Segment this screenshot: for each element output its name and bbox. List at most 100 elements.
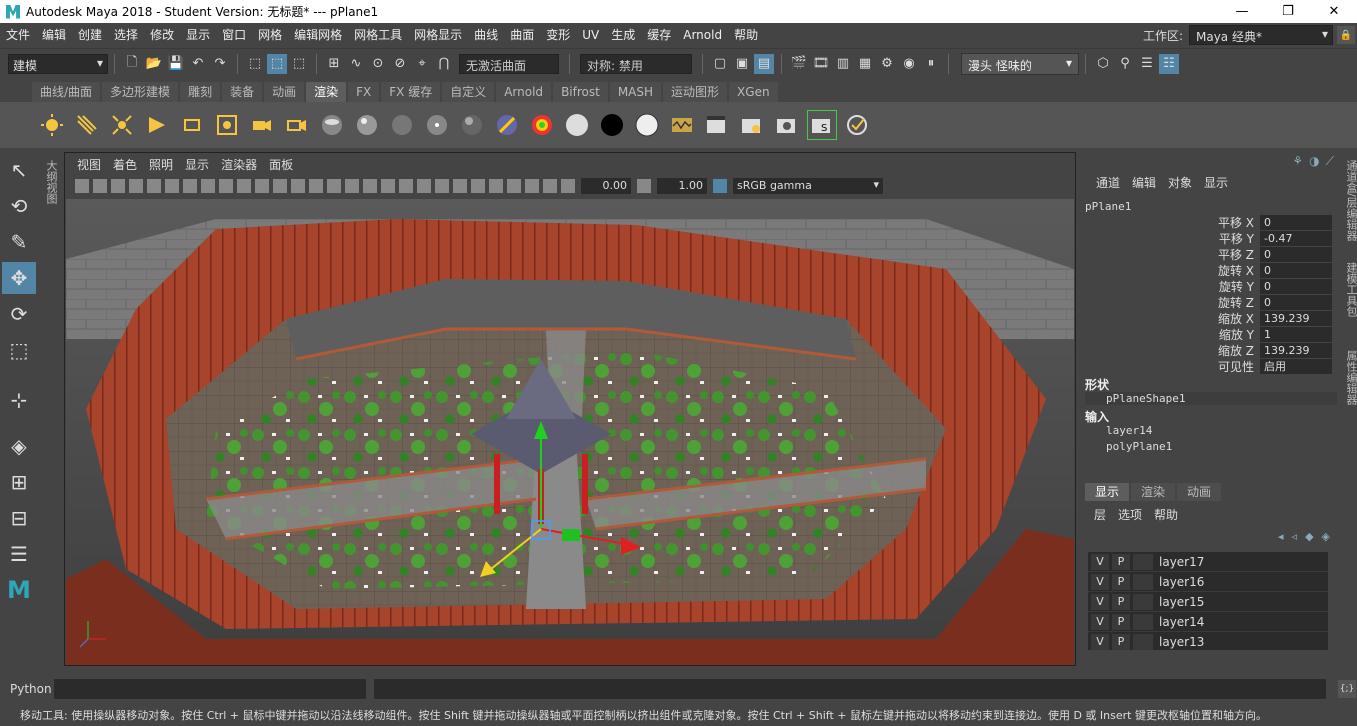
attr-rotate-z[interactable]: 旋转 Z 0 bbox=[1080, 294, 1338, 310]
isolate-select-icon[interactable] bbox=[507, 179, 521, 193]
strip-attribute-editor-tab[interactable]: 属性编辑器 bbox=[1343, 350, 1357, 405]
attr-rotate-y[interactable]: 旋转 Y 0 bbox=[1080, 278, 1338, 294]
anisotropic-shader-icon[interactable] bbox=[492, 110, 522, 140]
default-material-icon[interactable] bbox=[345, 179, 359, 193]
attr-value[interactable]: 0 bbox=[1260, 246, 1332, 262]
command-input[interactable] bbox=[54, 679, 366, 699]
last-tool-icon[interactable]: ⊹ bbox=[2, 384, 36, 416]
attribute-editor-toggle-icon[interactable]: ◑ bbox=[1309, 154, 1319, 169]
attr-translate-z[interactable]: 平移 Z 0 bbox=[1080, 246, 1338, 262]
attr-value[interactable]: 0 bbox=[1260, 294, 1332, 310]
render-frame-icon[interactable]: 🎞 bbox=[811, 54, 831, 74]
wireframe-icon[interactable] bbox=[309, 179, 323, 193]
script-editor-icon[interactable]: {;} bbox=[1338, 680, 1356, 698]
menu-deform[interactable]: 变形 bbox=[540, 23, 576, 47]
vp-menu-shading[interactable]: 着色 bbox=[107, 156, 143, 173]
hypershade-icon[interactable]: ▦ bbox=[855, 54, 875, 74]
menu-windows[interactable]: 窗口 bbox=[216, 23, 252, 47]
hypershade-shelf-icon[interactable] bbox=[772, 110, 802, 140]
gamma-field[interactable]: 1.00 bbox=[657, 178, 707, 194]
menu-help[interactable]: 帮助 bbox=[728, 23, 764, 47]
camera-aim-icon[interactable] bbox=[282, 110, 312, 140]
snap-view-plane-icon[interactable]: ⊘ bbox=[390, 54, 410, 74]
vp-menu-show[interactable]: 显示 bbox=[179, 156, 215, 173]
field-chart-icon[interactable] bbox=[255, 179, 269, 193]
tab-sculpting[interactable]: 雕刻 bbox=[180, 82, 221, 102]
render-settings-icon[interactable]: ▤ bbox=[754, 53, 774, 74]
tab-render-layers[interactable]: 渲染 bbox=[1131, 483, 1176, 501]
menu-surfaces[interactable]: 曲面 bbox=[504, 23, 540, 47]
le-menu-help[interactable]: 帮助 bbox=[1154, 506, 1190, 523]
rotate-tool-icon[interactable]: ⟳ bbox=[2, 298, 36, 330]
scale-tool-icon[interactable]: ⬚ bbox=[2, 334, 36, 366]
new-empty-layer-icon[interactable]: ◆ bbox=[1305, 530, 1313, 543]
color-swatch[interactable] bbox=[1133, 633, 1153, 650]
menu-curves[interactable]: 曲线 bbox=[468, 23, 504, 47]
depth-of-field-icon[interactable] bbox=[489, 179, 503, 193]
select-by-hierarchy-icon[interactable]: ⬚ bbox=[245, 54, 265, 74]
visibility-toggle[interactable]: V bbox=[1091, 633, 1109, 650]
lasso-tool-icon[interactable]: ⟲ bbox=[2, 190, 36, 222]
menu-edit[interactable]: 编辑 bbox=[36, 23, 72, 47]
symmetry-field[interactable]: 对称: 禁用 bbox=[580, 53, 692, 74]
select-camera-icon[interactable] bbox=[75, 179, 89, 193]
attribute-editor-icon[interactable]: ⚲ bbox=[1115, 54, 1135, 74]
modeling-toolkit-icon[interactable]: ⬡ bbox=[1093, 54, 1113, 74]
snap-grid-icon[interactable]: ⊞ bbox=[324, 54, 344, 74]
snap-live-icon[interactable]: ⌖ bbox=[412, 54, 432, 74]
strip-modeling-toolkit-tab[interactable]: 建模工具包 bbox=[1343, 262, 1357, 317]
minimize-button[interactable]: — bbox=[1219, 0, 1265, 23]
layer-name[interactable]: layer14 bbox=[1159, 615, 1204, 629]
tab-bifrost[interactable]: Bifrost bbox=[553, 82, 608, 102]
attr-value[interactable]: 139.239 bbox=[1260, 310, 1332, 326]
attr-value[interactable]: 0 bbox=[1260, 278, 1332, 294]
shader-ball-2-icon[interactable] bbox=[352, 110, 382, 140]
menu-mesh-tools[interactable]: 网格工具 bbox=[348, 23, 408, 47]
color-swatch[interactable] bbox=[1133, 613, 1153, 630]
use-background-icon[interactable] bbox=[597, 110, 627, 140]
tab-rigging[interactable]: 装备 bbox=[222, 82, 263, 102]
new-layer-from-selection-icon[interactable]: ◈ bbox=[1322, 530, 1330, 543]
menu-generate[interactable]: 生成 bbox=[605, 23, 641, 47]
point-light-icon[interactable] bbox=[107, 110, 137, 140]
select-by-component-icon[interactable]: ⬚ bbox=[289, 54, 309, 74]
tab-rendering[interactable]: 渲染 bbox=[306, 82, 347, 102]
menu-uv[interactable]: UV bbox=[576, 23, 605, 47]
pause-icon[interactable]: ⏸ bbox=[921, 54, 941, 74]
two-pane-layout-icon[interactable]: ⊟ bbox=[2, 502, 36, 534]
cb-menu-show[interactable]: 显示 bbox=[1198, 174, 1234, 191]
xray-icon[interactable] bbox=[525, 179, 539, 193]
lock-icon[interactable]: 🔒 bbox=[1337, 26, 1355, 44]
color-swatch[interactable] bbox=[1133, 593, 1153, 610]
tab-poly-modeling[interactable]: 多边形建模 bbox=[102, 82, 179, 102]
tab-arnold[interactable]: Arnold bbox=[496, 82, 552, 102]
outliner-strip[interactable]: 大纲视图 bbox=[40, 150, 62, 672]
area-light-icon[interactable] bbox=[177, 110, 207, 140]
ipr-render-icon[interactable]: ▥ bbox=[833, 54, 853, 74]
safe-action-icon[interactable] bbox=[273, 179, 287, 193]
ipr-icon[interactable] bbox=[702, 110, 732, 140]
tab-motion-graphics[interactable]: 运动图形 bbox=[663, 82, 728, 102]
layer-row[interactable]: V Player16 bbox=[1088, 572, 1328, 592]
redo-icon[interactable]: ↷ bbox=[210, 54, 230, 74]
tab-fx-caching[interactable]: FX 缓存 bbox=[381, 82, 441, 102]
command-language-label[interactable]: Python bbox=[0, 682, 52, 696]
gate-mask-icon[interactable] bbox=[237, 179, 251, 193]
layer-row[interactable]: V Player14 bbox=[1088, 612, 1328, 632]
shader-ball-4-icon[interactable] bbox=[422, 110, 452, 140]
attr-translate-x[interactable]: 平移 X 0 bbox=[1080, 214, 1338, 230]
move-tool-icon[interactable]: ✥ bbox=[2, 262, 36, 294]
new-scene-icon[interactable]: 🗋 bbox=[122, 54, 142, 74]
image-plane-icon[interactable] bbox=[129, 179, 143, 193]
save-scene-icon[interactable]: 💾 bbox=[166, 54, 186, 74]
exposure-field[interactable]: 0.00 bbox=[581, 178, 631, 194]
playback-toggle[interactable]: P bbox=[1112, 553, 1130, 570]
playback-toggle[interactable]: P bbox=[1112, 593, 1130, 610]
four-view-layout-icon[interactable]: ⊞ bbox=[2, 466, 36, 498]
render-view-icon[interactable]: 🎬 bbox=[789, 54, 809, 74]
attr-value[interactable]: 1 bbox=[1260, 326, 1332, 342]
tab-animation[interactable]: 动画 bbox=[264, 82, 305, 102]
visibility-toggle[interactable]: V bbox=[1091, 573, 1109, 590]
strip-channel-box-tab[interactable]: 通道盒/层编辑器 bbox=[1343, 160, 1357, 241]
ambient-light-icon[interactable] bbox=[37, 110, 67, 140]
